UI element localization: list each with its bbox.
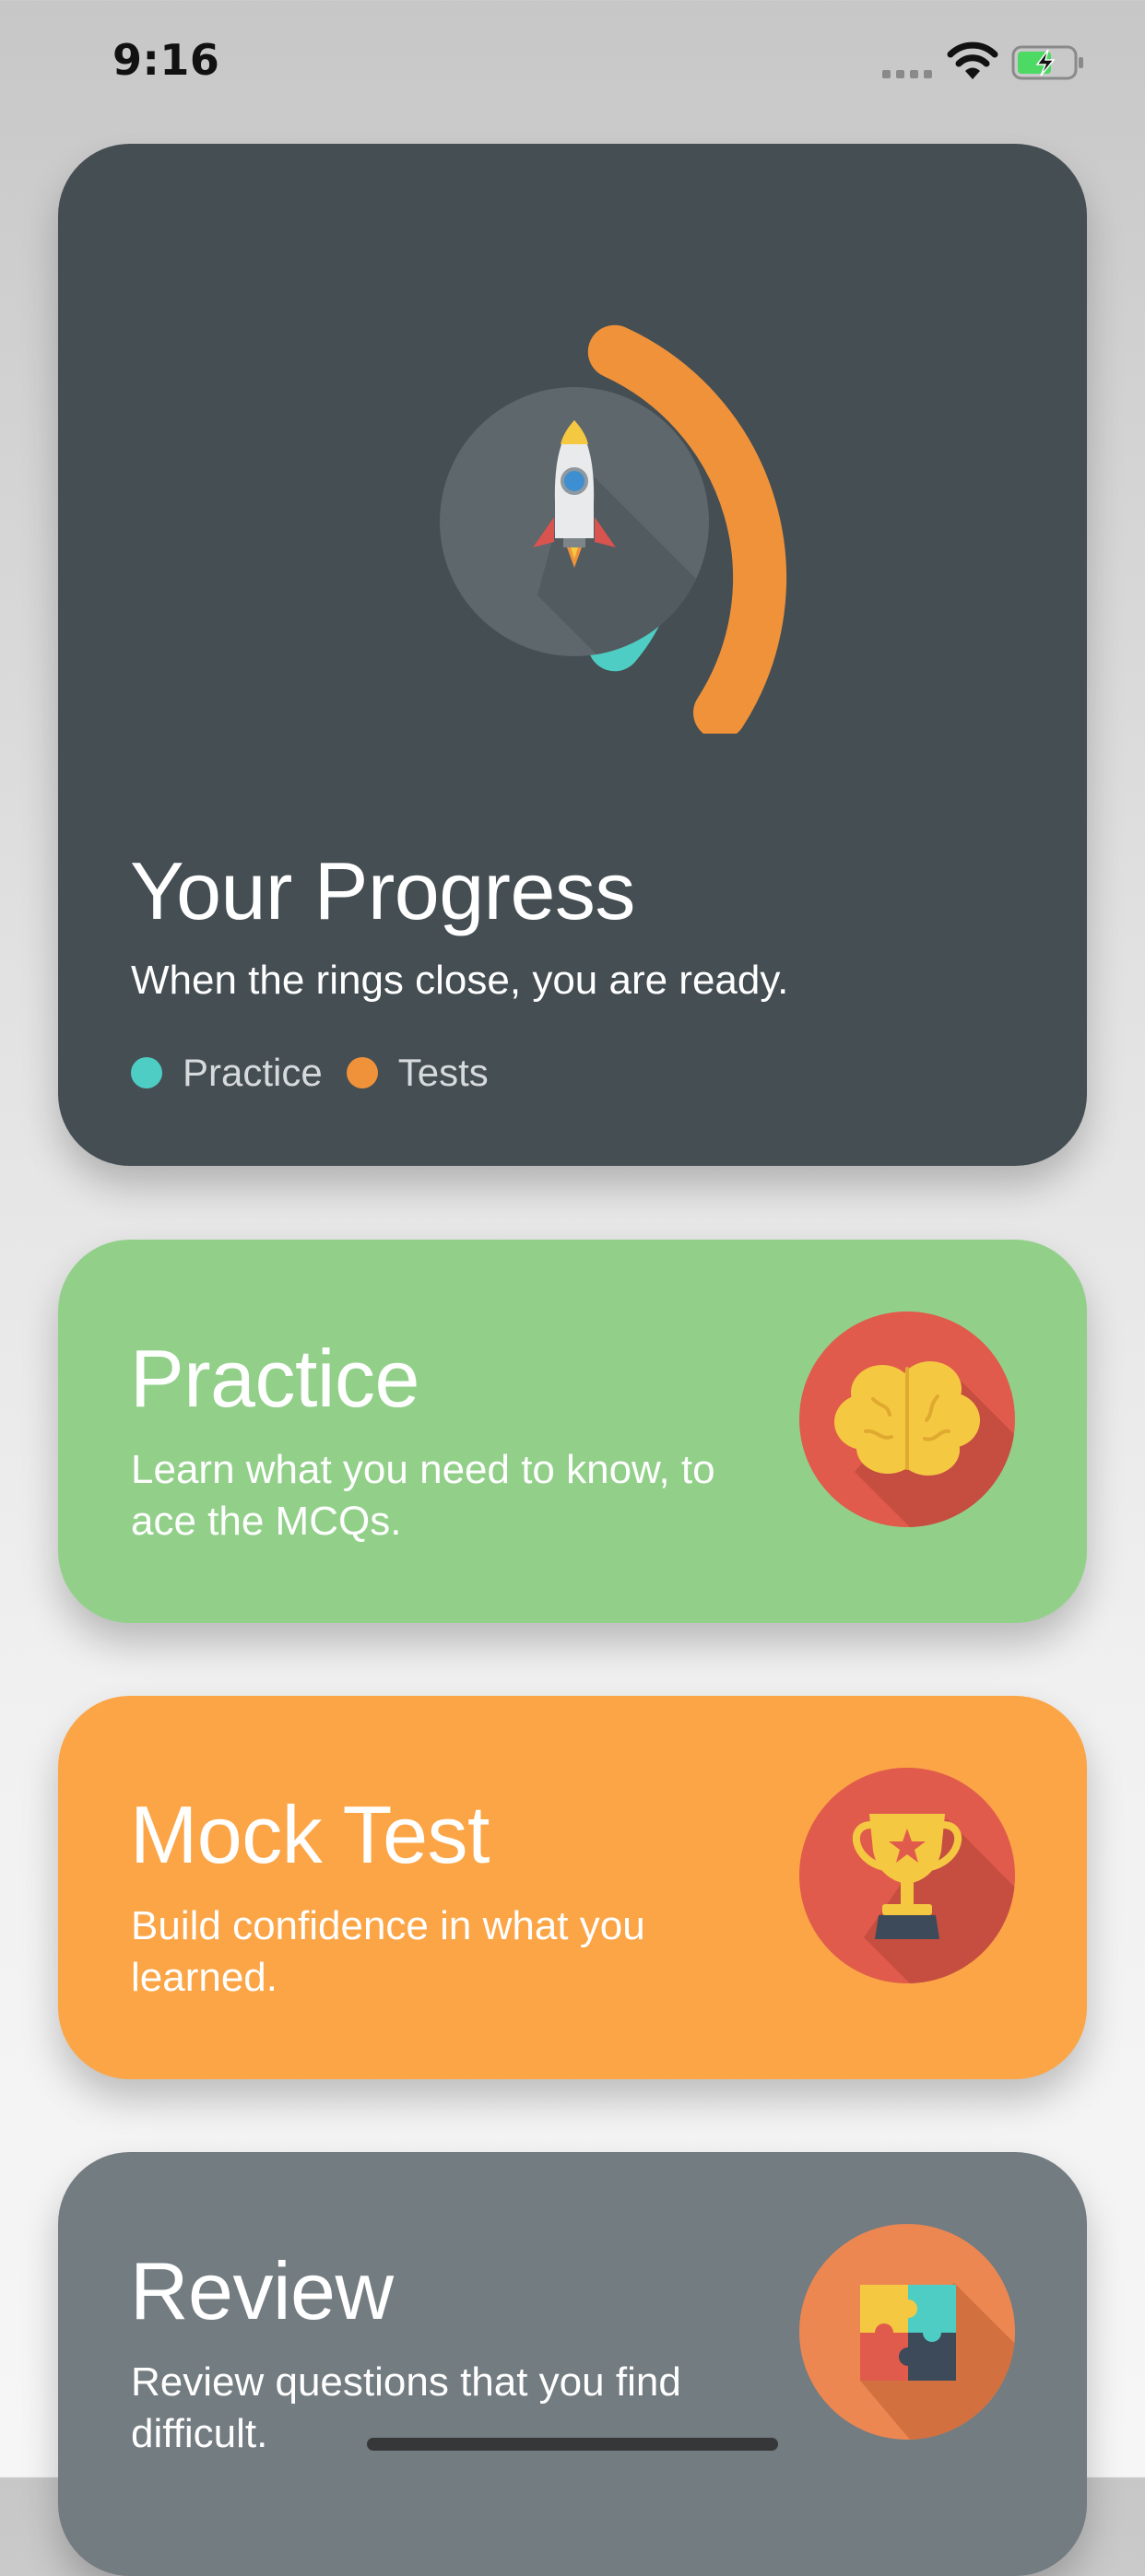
progress-legend: Practice Tests <box>131 1045 513 1100</box>
practice-card[interactable]: Practice Learn what you need to know, to… <box>58 1240 1087 1623</box>
progress-title: Your Progress <box>130 845 635 936</box>
wifi-icon <box>947 41 998 79</box>
legend-practice-label: Practice <box>183 1051 323 1094</box>
mock-test-subtitle: Build confidence in what you learned. <box>131 1903 645 2000</box>
progress-subtitle: When the rings close, you are ready. <box>131 958 789 1003</box>
status-time: 9:16 <box>112 35 220 85</box>
progress-card[interactable]: Your Progress When the rings close, you … <box>58 144 1087 1166</box>
mock-test-card[interactable]: Mock Test Build confidence in what you l… <box>58 1696 1087 2079</box>
review-card[interactable]: Review Review questions that you find di… <box>58 2152 1087 2576</box>
battery-charging-icon <box>1011 45 1083 80</box>
review-title: Review <box>130 2245 394 2336</box>
legend-tests-dot <box>346 1057 378 1088</box>
trophy-icon <box>799 1768 1015 1983</box>
legend-tests-label: Tests <box>397 1051 489 1094</box>
puzzle-icon <box>799 2224 1015 2440</box>
practice-subtitle: Learn what you need to know, to ace the … <box>131 1447 715 1544</box>
practice-title: Practice <box>130 1333 419 1424</box>
mock-test-title: Mock Test <box>130 1789 490 1880</box>
status-bar: 9:16 <box>0 0 1145 129</box>
rocket-icon <box>440 387 709 656</box>
brain-icon <box>799 1312 1015 1527</box>
home-indicator[interactable] <box>367 2438 778 2451</box>
legend-practice-dot <box>131 1057 162 1088</box>
signal-icon <box>882 70 932 78</box>
